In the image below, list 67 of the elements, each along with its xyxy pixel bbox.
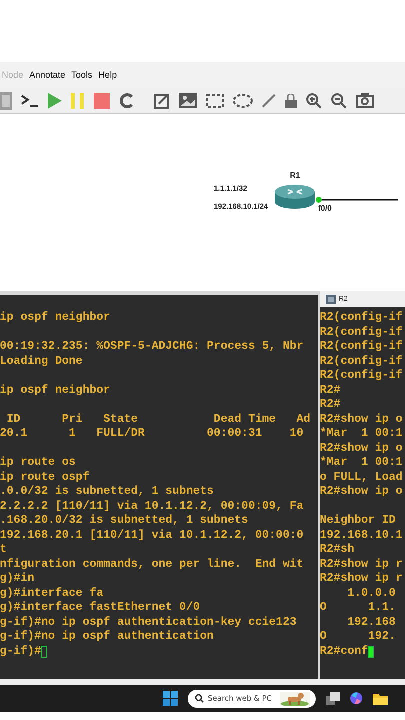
terminal-line: R2#show ip o — [320, 485, 403, 500]
terminal-line: 1.0.0.0 — [346, 586, 396, 601]
terminal-line: R2#show ip r — [320, 558, 403, 572]
lock-icon[interactable] — [285, 94, 297, 108]
terminal-line: R2#sh — [320, 543, 355, 558]
search-icon — [195, 694, 204, 703]
terminal-line: 00:19:32.235: %OSPF-5-ADJCHG: Process 5, Nbr — [0, 340, 304, 354]
terminal-line: *Mar 1 00:1 — [320, 456, 403, 470]
terminal-line: t — [0, 543, 7, 558]
windows-start-icon[interactable] — [163, 691, 178, 706]
terminal-line: g-if)#no ip ospf authentication-key ccie123 — [0, 616, 297, 630]
terminal-line: *Mar 1 00:1 — [320, 427, 403, 442]
rectangle-icon[interactable] — [206, 94, 224, 108]
terminal-line: ID Pri State Dead Time Ad — [6, 412, 311, 427]
task-view-icon[interactable] — [326, 692, 340, 705]
terminal-line: ip ospf neighbor — [0, 384, 110, 398]
terminal-line: 20.1 1 FULL/DR 00:00:31 10 — [0, 427, 304, 442]
router-icon — [326, 294, 336, 304]
terminal-line: R2(config-if — [320, 369, 403, 384]
terminal-line: R2#conf — [320, 644, 368, 659]
menu-item[interactable]: Help — [98, 70, 118, 80]
terminal-line: R2#show ip o — [320, 412, 403, 427]
ellipse-icon[interactable] — [233, 94, 253, 108]
terminal-line: Neighbor ID — [320, 514, 396, 528]
folder-icon[interactable] — [373, 692, 388, 704]
terminal-line: .0.0/32 is subnetted, 1 subnets — [0, 485, 214, 500]
note-icon[interactable] — [154, 92, 170, 108]
terminal-line: ip route os — [0, 456, 76, 470]
terminal-line: R2#show ip r — [320, 572, 403, 586]
menu-item[interactable]: Annotate — [30, 70, 66, 80]
terminal-line: Loading Done — [0, 354, 83, 369]
terminal-line: g)#interface fastEthernet 0/0 — [0, 601, 200, 616]
terminal-line: g)#in — [0, 572, 35, 586]
terminal-line: R2(config-if — [320, 311, 403, 326]
terminal-line: 192.168.20.1 [110/11] via 10.1.12.2, 00:00:0 — [0, 528, 304, 543]
port-label: f0/0 — [318, 204, 334, 213]
terminal-line: g)#interface fa — [0, 586, 104, 601]
terminal-line: R2# — [320, 384, 341, 398]
terminal-line: R2# — [320, 398, 341, 412]
line-icon[interactable] — [262, 94, 276, 108]
stop-icon[interactable] — [94, 92, 110, 108]
console-icon[interactable] — [21, 94, 39, 108]
terminal-line: R2(config-if — [320, 340, 403, 354]
terminal-line: O 192. — [320, 630, 396, 644]
router-name: R1 — [290, 171, 300, 180]
terminal-line: o FULL, Load — [320, 470, 403, 485]
terminal-line: ip ospf neighbor — [0, 311, 110, 326]
terminal-line: ip route ospf — [0, 470, 90, 485]
terminal-line: 192.168 — [346, 616, 396, 630]
zoom-out-icon[interactable] — [331, 92, 347, 108]
terminal-line: R2(config-if — [320, 326, 403, 340]
zoom-in-icon[interactable] — [306, 92, 322, 108]
reload-icon[interactable] — [119, 92, 135, 108]
terminal-line: nfiguration commands, one per line. End wit — [0, 558, 304, 572]
image-icon[interactable] — [179, 93, 197, 108]
terminal-line: 192.168.10.1 — [320, 528, 403, 543]
copilot-icon[interactable] — [350, 692, 363, 705]
terminal-line: g-if)# — [0, 644, 42, 659]
terminal-line: 2.2.2.2 [110/11] via 10.1.12.2, 00:00:09, Fa — [0, 500, 304, 514]
menu-item[interactable]: Tools — [72, 70, 93, 80]
terminal-line: O 1.1. — [320, 601, 396, 616]
terminal-line: R2#show ip o — [320, 442, 403, 456]
router-icon[interactable] — [274, 184, 316, 210]
camera-icon[interactable] — [356, 93, 374, 108]
terminal-line: g-if)#no ip ospf authentication — [0, 630, 214, 644]
terminal-line: .168.20.0/32 is subnetted, 1 subnets — [0, 514, 248, 528]
terminal-line: R2(config-if — [320, 354, 403, 369]
